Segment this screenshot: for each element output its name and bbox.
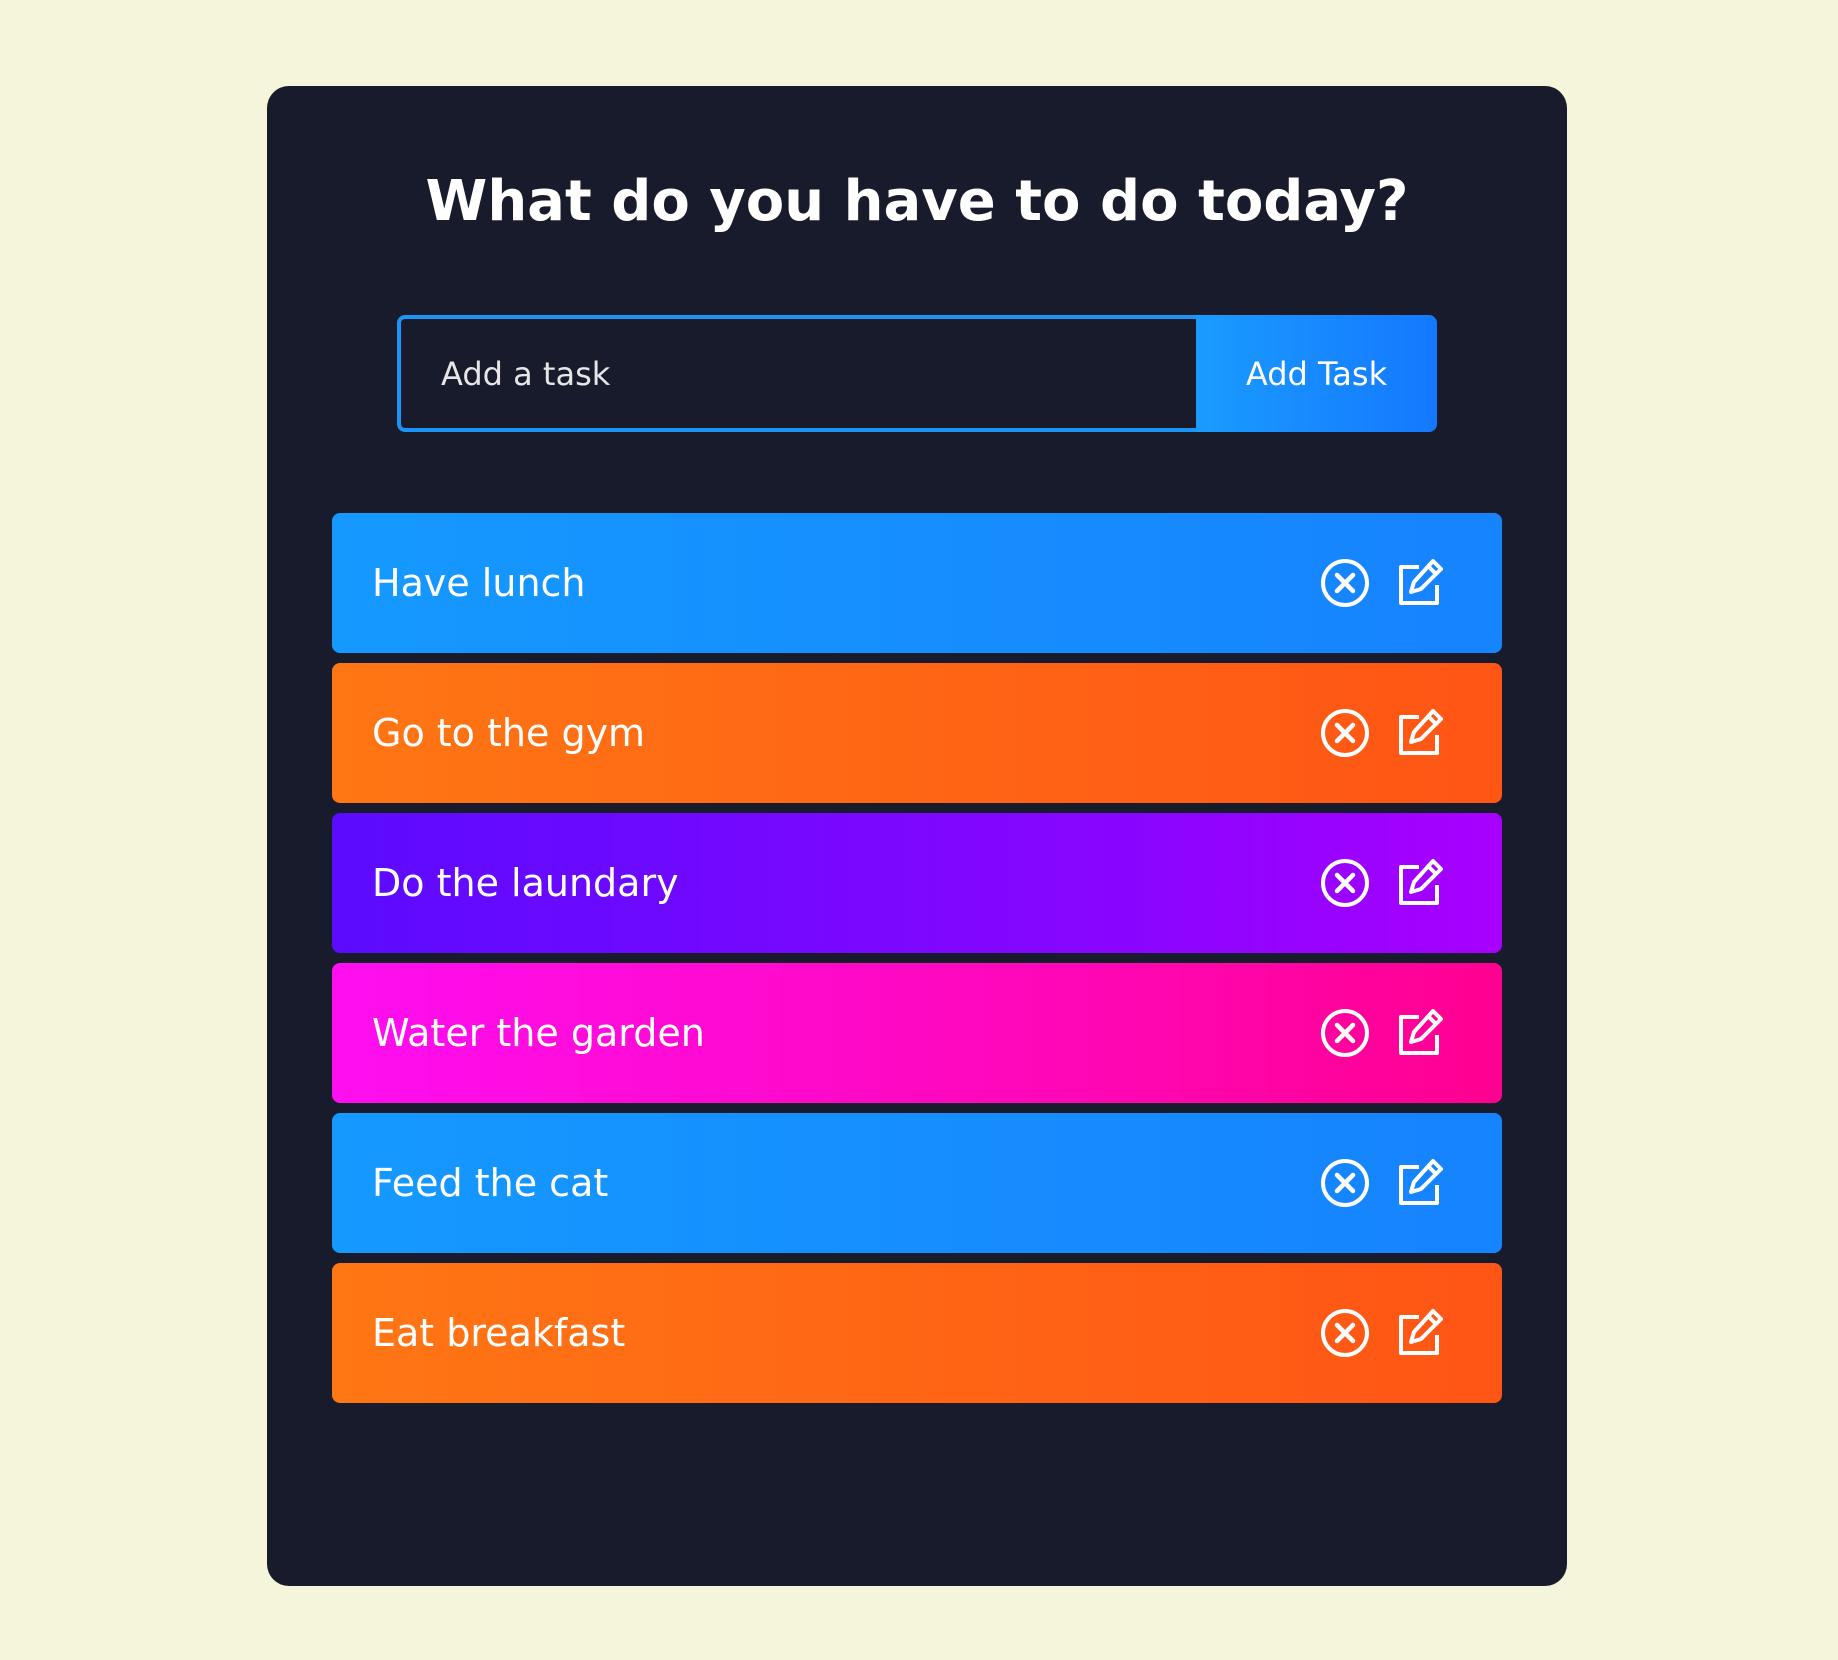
todo-actions <box>1318 856 1446 910</box>
add-task-button[interactable]: Add Task <box>1196 315 1437 432</box>
delete-icon[interactable] <box>1318 1156 1372 1210</box>
todo-item[interactable]: Go to the gym <box>332 663 1502 803</box>
todo-text[interactable]: Water the garden <box>372 1011 1318 1055</box>
delete-icon[interactable] <box>1318 856 1372 910</box>
todo-text[interactable]: Do the laundary <box>372 861 1318 905</box>
todo-actions <box>1318 1306 1446 1360</box>
todo-item[interactable]: Do the laundary <box>332 813 1502 953</box>
todo-app: What do you have to do today? Add Task H… <box>267 86 1567 1586</box>
edit-icon[interactable] <box>1392 556 1446 610</box>
todo-text[interactable]: Go to the gym <box>372 711 1318 755</box>
edit-icon[interactable] <box>1392 856 1446 910</box>
todo-actions <box>1318 1006 1446 1060</box>
task-input[interactable] <box>397 315 1196 432</box>
edit-icon[interactable] <box>1392 1156 1446 1210</box>
edit-icon[interactable] <box>1392 706 1446 760</box>
edit-icon[interactable] <box>1392 1306 1446 1360</box>
delete-icon[interactable] <box>1318 556 1372 610</box>
todo-text[interactable]: Have lunch <box>372 561 1318 605</box>
delete-icon[interactable] <box>1318 706 1372 760</box>
todo-text[interactable]: Eat breakfast <box>372 1311 1318 1355</box>
todo-item[interactable]: Feed the cat <box>332 1113 1502 1253</box>
todo-item[interactable]: Eat breakfast <box>332 1263 1502 1403</box>
page-title: What do you have to do today? <box>425 169 1409 234</box>
todo-actions <box>1318 706 1446 760</box>
todo-list: Have lunch Go to the gym Do the laundary… <box>332 513 1502 1413</box>
delete-icon[interactable] <box>1318 1006 1372 1060</box>
todo-actions <box>1318 1156 1446 1210</box>
add-task-form: Add Task <box>397 315 1437 432</box>
todo-item[interactable]: Water the garden <box>332 963 1502 1103</box>
delete-icon[interactable] <box>1318 1306 1372 1360</box>
edit-icon[interactable] <box>1392 1006 1446 1060</box>
todo-actions <box>1318 556 1446 610</box>
todo-text[interactable]: Feed the cat <box>372 1161 1318 1205</box>
todo-item[interactable]: Have lunch <box>332 513 1502 653</box>
